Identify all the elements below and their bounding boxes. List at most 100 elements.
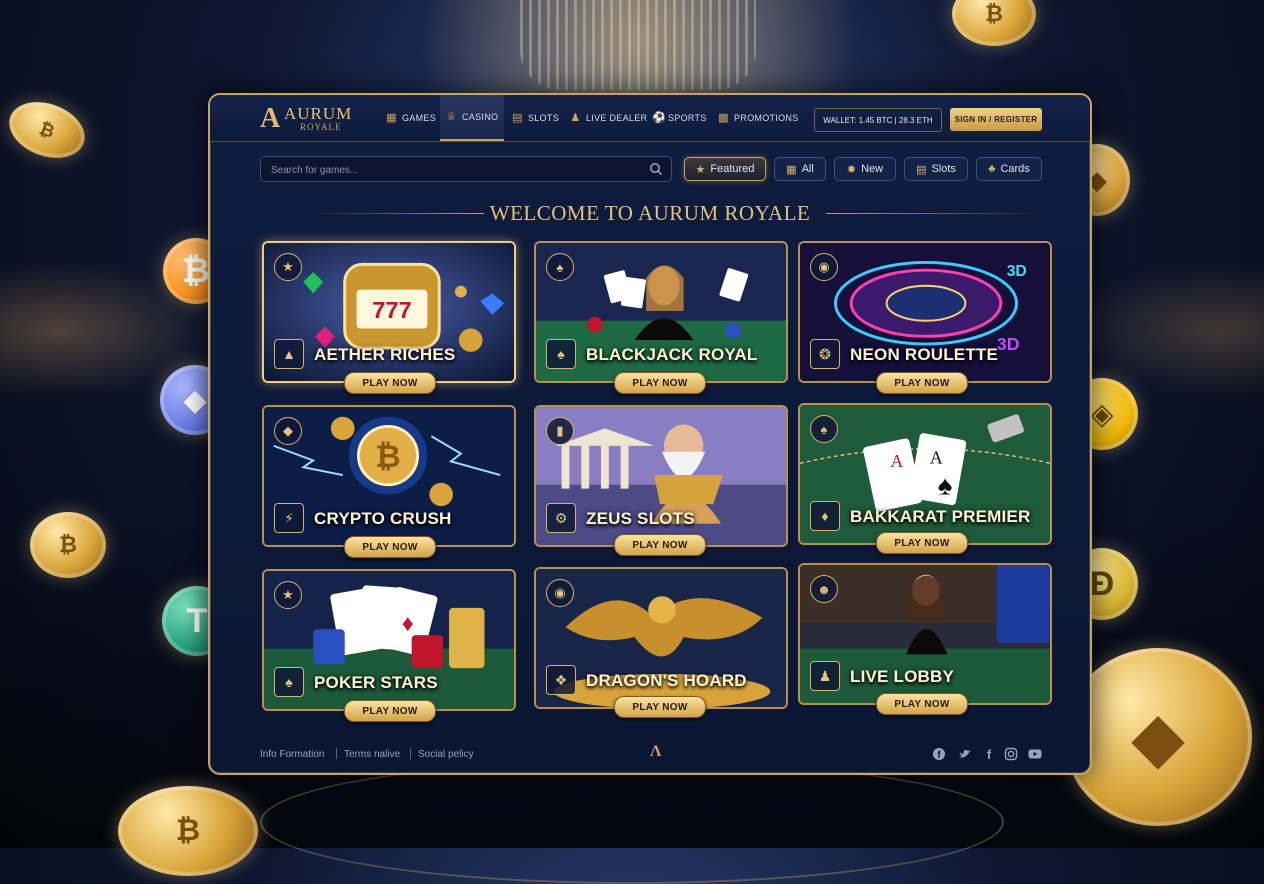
- game-type-tag: ⚡: [274, 503, 304, 533]
- play-now-button[interactable]: PLAY NOW: [344, 700, 436, 722]
- column-badge: ▮: [546, 417, 574, 445]
- game-title: BLACKJACK ROYAL: [586, 345, 758, 364]
- logo-subtitle: ROYALE: [300, 122, 342, 132]
- footer-link-info[interactable]: Info Formation: [260, 749, 324, 760]
- footer: Info Formation Terms nalive Social pelic…: [210, 735, 1090, 773]
- game-card-dragons-hoard[interactable]: ◉ ❖ DRAGON'S HOARD: [534, 567, 788, 709]
- game-card-neon-roulette[interactable]: 3D 3D ◉ ❂ NEON ROULETTE: [798, 241, 1052, 383]
- lightning-icon: ⚡: [284, 509, 294, 526]
- bull-badge: ◉: [546, 579, 574, 607]
- svg-text:A: A: [930, 447, 943, 467]
- search-input[interactable]: [269, 160, 643, 180]
- game-card-zeus-slots[interactable]: ▮ ⚙ ZEUS SLOTS: [534, 405, 788, 547]
- featured-star-badge: ★: [274, 253, 302, 281]
- aether-logo-icon: ▲: [282, 346, 296, 362]
- play-now-button[interactable]: PLAY NOW: [876, 532, 968, 554]
- grid-icon: ▦: [786, 163, 797, 176]
- gift-icon: ▩: [718, 111, 729, 124]
- svg-text:3D: 3D: [997, 334, 1020, 354]
- game-card-poker-stars[interactable]: ♦ ★ ♠ POKER STARS: [262, 569, 516, 711]
- footer-separator: [410, 748, 411, 759]
- facebook-icon[interactable]: f: [932, 747, 946, 761]
- sign-in-register-button[interactable]: SIGN IN / REGISTER: [950, 108, 1042, 131]
- twitter-icon[interactable]: [958, 747, 972, 761]
- game-card-bakkarat-premier[interactable]: A A ♠ ♠ ♦ BAKKARAT PREMIER: [798, 403, 1052, 545]
- play-now-button[interactable]: PLAY NOW: [614, 372, 706, 394]
- nav-games[interactable]: ▦ GAMES: [386, 95, 436, 141]
- game-type-tag: ♟: [810, 661, 840, 691]
- svg-text:3D: 3D: [1007, 263, 1027, 280]
- cards-icon: ♣: [988, 163, 996, 175]
- game-card-crypto-crush[interactable]: ₿ ◆ ⚡ CRYPTO CRUSH: [262, 405, 516, 547]
- footer-logo-icon: Λ: [650, 743, 662, 760]
- dragon-icon: ❖: [554, 671, 568, 688]
- filter-all[interactable]: ▦ All: [774, 157, 826, 181]
- play-now-button[interactable]: PLAY NOW: [876, 693, 968, 715]
- filter-featured-label: Featured: [710, 163, 755, 175]
- youtube-icon[interactable]: [1028, 747, 1042, 761]
- roulette-wheel-icon: ❂: [819, 345, 831, 362]
- svg-text:♦: ♦: [402, 611, 414, 637]
- featured-star-badge: ★: [274, 581, 302, 609]
- aurum-royale-logo[interactable]: A AURUM ROYALE: [260, 101, 360, 135]
- game-search-bar: [260, 156, 672, 182]
- play-now-button[interactable]: PLAY NOW: [344, 372, 436, 394]
- cards-icon: ♠: [557, 346, 565, 362]
- svg-text:A: A: [891, 451, 904, 471]
- play-now-button[interactable]: PLAY NOW: [344, 536, 436, 558]
- filter-new[interactable]: ✹ New: [834, 157, 896, 181]
- cards-icon: ♦: [821, 508, 829, 524]
- slot-machine-icon: ▤: [916, 163, 927, 176]
- badge-icon: ✹: [846, 163, 857, 176]
- nav-slots-label: SLOTS: [528, 113, 560, 123]
- floating-gold-coin: ₿: [30, 512, 106, 578]
- nav-casino-label: CASINO: [462, 112, 499, 122]
- search-icon[interactable]: [649, 162, 663, 176]
- game-title: CRYPTO CRUSH: [314, 509, 452, 528]
- game-card-live-lobby[interactable]: ☻ ♟ LIVE LOBBY: [798, 563, 1052, 705]
- game-type-tag: ❖: [546, 665, 576, 695]
- temple-icon: ▮: [556, 423, 564, 438]
- svg-text:f: f: [987, 747, 992, 761]
- group-icon: ☻: [817, 581, 831, 597]
- play-now-button[interactable]: PLAY NOW: [614, 696, 706, 718]
- wallet-balance[interactable]: WALLET: 1.45 BTC | 28.3 ETH: [814, 108, 942, 132]
- slot-machine-icon: ▤: [512, 111, 523, 124]
- footer-link-social-policy[interactable]: Social pelicy: [418, 749, 474, 760]
- footer-link-terms[interactable]: Terms nalive: [344, 749, 400, 760]
- game-type-tag: ♦: [810, 501, 840, 531]
- filter-cards[interactable]: ♣ Cards: [976, 157, 1042, 181]
- nav-sports-label: SPORTS: [668, 113, 707, 123]
- game-card-aether-riches[interactable]: 777 ★ ▲ AETHER RICHES: [262, 241, 516, 383]
- game-title: POKER STARS: [314, 673, 438, 692]
- game-type-tag: ♠: [546, 339, 576, 369]
- play-now-button[interactable]: PLAY NOW: [614, 534, 706, 556]
- nav-promotions[interactable]: ▩ PROMOTIONS: [718, 95, 799, 141]
- game-type-tag: ❂: [810, 339, 840, 369]
- nav-sports[interactable]: ⚽ SPORTS: [652, 95, 707, 141]
- nav-casino[interactable]: ♕ CASINO: [440, 95, 505, 141]
- welcome-divider-right: [826, 213, 1050, 214]
- spade-badge: ♠: [810, 415, 838, 443]
- game-title: ZEUS SLOTS: [586, 509, 695, 528]
- person-icon: ♟: [818, 667, 832, 684]
- facebook-f-icon[interactable]: f: [982, 747, 996, 761]
- bull-icon: ◉: [554, 585, 566, 600]
- filter-featured[interactable]: ★ Featured: [684, 157, 766, 181]
- svg-text:777: 777: [372, 297, 411, 323]
- filter-slots-label: Slots: [931, 163, 956, 175]
- nav-live-dealer[interactable]: ♟ LIVE DEALER: [570, 95, 647, 141]
- person-icon: ♟: [570, 111, 581, 124]
- nav-slots[interactable]: ▤ SLOTS: [512, 95, 559, 141]
- filter-cards-label: Cards: [1000, 163, 1030, 175]
- game-type-tag: ♠: [274, 667, 304, 697]
- grid-icon: ▦: [386, 111, 397, 124]
- filter-slots[interactable]: ▤ Slots: [904, 157, 968, 181]
- filter-all-label: All: [801, 163, 814, 175]
- ethereum-badge: ◆: [274, 417, 302, 445]
- game-card-blackjack-royal[interactable]: ♠ ♠ BLACKJACK ROYAL: [534, 241, 788, 383]
- instagram-icon[interactable]: [1004, 747, 1018, 761]
- svg-text:₿: ₿: [375, 439, 401, 474]
- star-icon: ★: [695, 163, 706, 176]
- play-now-button[interactable]: PLAY NOW: [876, 372, 968, 394]
